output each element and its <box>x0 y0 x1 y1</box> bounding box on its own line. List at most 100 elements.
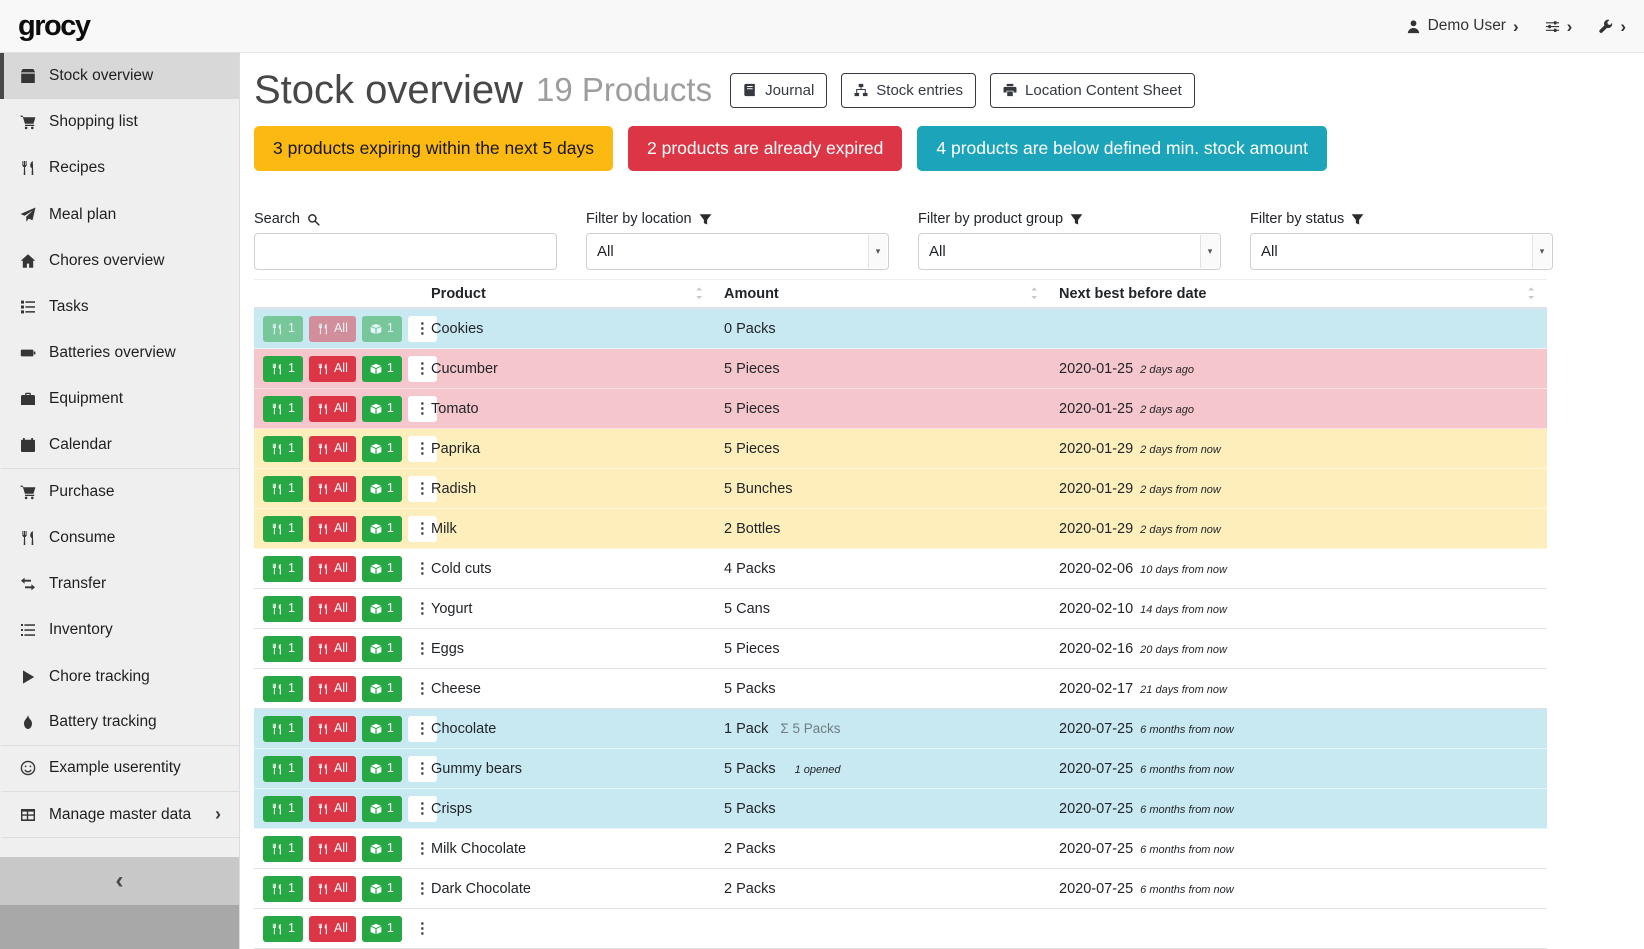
sidebar-item-battery-tracking[interactable]: Battery tracking <box>0 700 239 746</box>
filter-by-location-select[interactable]: All▾ <box>586 233 889 270</box>
sidebar-item-chore-tracking[interactable]: Chore tracking <box>0 653 239 699</box>
filter-by-product-group-select[interactable]: All▾ <box>918 233 1221 270</box>
consume-all-button[interactable]: All <box>309 676 356 702</box>
best-before-note: 6 months from now <box>1140 844 1234 856</box>
sidebar-item-recipes[interactable]: Recipes <box>0 145 239 191</box>
product-name: Eggs <box>431 641 464 657</box>
sidebar-item-equipment[interactable]: Equipment <box>0 376 239 422</box>
open-one-button[interactable]: 1 <box>362 916 402 942</box>
sidebar-item-transfer[interactable]: Transfer <box>0 561 239 607</box>
open-one-button[interactable]: 1 <box>362 796 402 822</box>
sidebar-collapse-button[interactable]: ‹ <box>0 857 239 905</box>
consume-all-button[interactable]: All <box>309 556 356 582</box>
banner-info[interactable]: 4 products are below defined min. stock … <box>917 126 1327 171</box>
location-content-sheet-button[interactable]: Location Content Sheet <box>990 73 1195 108</box>
column-header-next-best-before-date[interactable]: Next best before date <box>1059 286 1547 302</box>
banner-warning[interactable]: 3 products expiring within the next 5 da… <box>254 126 613 171</box>
consume-one-button[interactable]: 1 <box>263 796 303 822</box>
row-menu-button[interactable]: ⋮ <box>408 916 437 942</box>
consume-all-button[interactable]: All <box>309 636 356 662</box>
consume-all-button[interactable]: All <box>309 356 356 382</box>
consume-one-button[interactable]: 1 <box>263 916 303 942</box>
filter-by-status-select[interactable]: All▾ <box>1250 233 1553 270</box>
consume-one-button[interactable]: 1 <box>263 316 303 342</box>
column-header-product[interactable]: Product <box>431 286 724 302</box>
best-before-cell: 2020-07-256 months from now <box>1059 881 1547 897</box>
consume-all-button[interactable]: All <box>309 596 356 622</box>
consume-all-button[interactable]: All <box>309 716 356 742</box>
consume-one-button[interactable]: 1 <box>263 396 303 422</box>
user-menu[interactable]: Demo User › <box>1406 17 1519 35</box>
open-one-button[interactable]: 1 <box>362 316 402 342</box>
consume-all-button[interactable]: All <box>309 916 356 942</box>
consume-all-button[interactable]: All <box>309 516 356 542</box>
consume-all-button[interactable]: All <box>309 796 356 822</box>
open-one-button[interactable]: 1 <box>362 356 402 382</box>
kebab-icon: ⋮ <box>415 681 430 696</box>
toolbar-button-label: Stock entries <box>876 82 963 99</box>
open-one-button[interactable]: 1 <box>362 516 402 542</box>
consume-all-button[interactable]: All <box>309 436 356 462</box>
consume-all-button[interactable]: All <box>309 836 356 862</box>
consume-one-button[interactable]: 1 <box>263 636 303 662</box>
consume-one-button[interactable]: 1 <box>263 556 303 582</box>
status-banner-text: 4 products are below defined min. stock … <box>936 138 1308 158</box>
filter-group-filter-by-location: Filter by location All▾ <box>586 211 889 270</box>
sort-icon[interactable] <box>1524 286 1539 301</box>
open-one-button[interactable]: 1 <box>362 876 402 902</box>
consume-all-button[interactable]: All <box>309 476 356 502</box>
banner-danger[interactable]: 2 products are already expired <box>628 126 902 171</box>
open-one-button[interactable]: 1 <box>362 636 402 662</box>
sidebar-item-calendar[interactable]: Calendar <box>0 423 239 469</box>
stock-entries-button[interactable]: Stock entries <box>841 73 976 108</box>
sidebar-item-stock-overview[interactable]: Stock overview <box>0 53 239 99</box>
consume-all-button[interactable]: All <box>309 396 356 422</box>
open-one-button[interactable]: 1 <box>362 596 402 622</box>
sidebar-item-manage-master-data[interactable]: Manage master data › <box>0 792 239 838</box>
consume-all-button[interactable]: All <box>309 316 356 342</box>
consume-one-button[interactable]: 1 <box>263 476 303 502</box>
utensils-icon <box>317 723 329 735</box>
settings-menu[interactable]: › <box>1545 18 1573 35</box>
consume-one-button[interactable]: 1 <box>263 876 303 902</box>
column-header-amount[interactable]: Amount <box>724 286 1059 302</box>
sidebar-item-consume[interactable]: Consume <box>0 515 239 561</box>
open-one-button[interactable]: 1 <box>362 476 402 502</box>
admin-menu[interactable]: › <box>1598 18 1626 35</box>
best-before-cell <box>1059 921 1547 937</box>
consume-one-button[interactable]: 1 <box>263 716 303 742</box>
sort-icon[interactable] <box>1027 286 1042 301</box>
open-one-button[interactable]: 1 <box>362 676 402 702</box>
open-one-button[interactable]: 1 <box>362 836 402 862</box>
sidebar-item-example-userentity[interactable]: Example userentity <box>0 746 239 792</box>
sidebar-item-chores-overview[interactable]: Chores overview <box>0 238 239 284</box>
sort-icon[interactable] <box>692 286 707 301</box>
play-icon <box>18 669 38 685</box>
consume-one-button[interactable]: 1 <box>263 676 303 702</box>
sidebar-item-inventory[interactable]: Inventory <box>0 607 239 653</box>
sidebar-item-shopping-list[interactable]: Shopping list <box>0 99 239 145</box>
consume-one-button[interactable]: 1 <box>263 436 303 462</box>
best-before-note: 6 months from now <box>1140 884 1234 896</box>
app-logo[interactable]: grocy <box>18 10 89 43</box>
sidebar-item-batteries-overview[interactable]: Batteries overview <box>0 330 239 376</box>
consume-one-button[interactable]: 1 <box>263 596 303 622</box>
open-one-button[interactable]: 1 <box>362 396 402 422</box>
open-one-button[interactable]: 1 <box>362 436 402 462</box>
open-one-button[interactable]: 1 <box>362 716 402 742</box>
search-input[interactable] <box>254 233 557 270</box>
consume-all-button[interactable]: All <box>309 876 356 902</box>
exchange-icon <box>18 576 38 592</box>
consume-one-button[interactable]: 1 <box>263 516 303 542</box>
consume-all-button[interactable]: All <box>309 756 356 782</box>
open-one-button[interactable]: 1 <box>362 556 402 582</box>
consume-one-button[interactable]: 1 <box>263 756 303 782</box>
open-one-button[interactable]: 1 <box>362 756 402 782</box>
sidebar-item-meal-plan[interactable]: Meal plan <box>0 192 239 238</box>
best-before-note: 10 days from now <box>1140 564 1227 576</box>
journal-button[interactable]: Journal <box>730 73 827 108</box>
sidebar-item-tasks[interactable]: Tasks <box>0 284 239 330</box>
consume-one-button[interactable]: 1 <box>263 356 303 382</box>
consume-one-button[interactable]: 1 <box>263 836 303 862</box>
sidebar-item-purchase[interactable]: Purchase <box>0 469 239 515</box>
